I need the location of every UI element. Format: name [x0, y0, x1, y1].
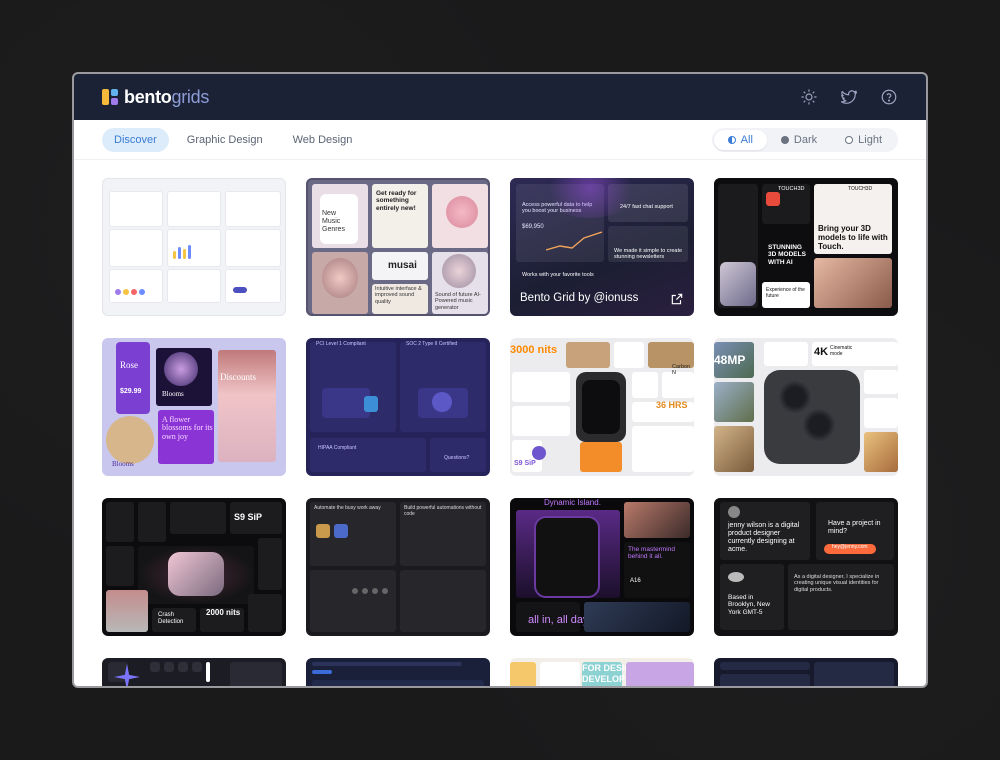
- card-text: TOUCH3D: [778, 186, 805, 192]
- card-text: 36 HRS: [656, 400, 688, 410]
- gallery-card[interactable]: Automate the busy work away Build powerf…: [306, 498, 490, 636]
- top-bar: bentogrids: [74, 74, 926, 120]
- gallery-card[interactable]: PCI Level 1 Compliant SOC 2 Type II Cert…: [306, 338, 490, 476]
- card-text: 48MP: [714, 353, 746, 367]
- category-tabs: Discover Graphic Design Web Design: [102, 127, 365, 152]
- card-text: Cinematic mode: [830, 345, 853, 357]
- card-text: musai: [388, 260, 417, 271]
- card-caption: Bento Grid by @ionuss: [520, 292, 639, 304]
- card-text: Questions?: [444, 455, 470, 461]
- card-text: Get ready for something entirely new!: [376, 190, 417, 212]
- card-text: Sound of future AI-Powered music generat…: [435, 292, 481, 311]
- help-icon[interactable]: [880, 88, 898, 106]
- top-icons: [800, 88, 898, 106]
- gallery-card[interactable]: Rose $29.99 Blooms Discounts A flower bl…: [102, 338, 286, 476]
- gallery-card[interactable]: FOR DESIGN DEVELOP: [510, 658, 694, 686]
- tab-web-design[interactable]: Web Design: [281, 128, 365, 152]
- browser-window: bentogrids Discover Graphic Design Web D…: [72, 72, 928, 688]
- filled-circle-icon: [780, 135, 789, 144]
- twitter-icon[interactable]: [840, 88, 858, 106]
- logo[interactable]: bentogrids: [102, 87, 209, 108]
- theme-dark[interactable]: Dark: [767, 130, 831, 150]
- logo-mark-icon: [102, 89, 118, 105]
- gallery-card[interactable]: Dynamic Island. The mastermind behind it…: [510, 498, 694, 636]
- card-text: Bring your 3D models to life with Touch.: [818, 224, 888, 252]
- card-text: jenny wilson is a digital product design…: [728, 522, 800, 554]
- card-text: Rose: [120, 360, 138, 370]
- card-text: S9 SiP: [234, 512, 263, 522]
- card-text: Have a project in mind?: [828, 520, 881, 536]
- card-text: Blooms: [162, 390, 184, 398]
- card-text: Crash Detection: [158, 612, 184, 625]
- theme-filter: All Dark Light: [711, 127, 898, 152]
- card-text: $69,950: [522, 224, 544, 230]
- card-text: Dynamic Island.: [544, 498, 601, 507]
- gallery-card[interactable]: 3000 nits S9 SiP Carbon N 36 HRS: [510, 338, 694, 476]
- card-text: Based in Brooklyn, New York GMT-5: [728, 594, 770, 616]
- theme-dark-label: Dark: [793, 133, 818, 146]
- card-text: 2000 nits: [206, 608, 241, 617]
- card-text: SOC 2 Type II Certified: [406, 341, 458, 347]
- card-text: hey@jenny.com: [832, 544, 868, 550]
- card-text: A16: [630, 578, 641, 584]
- gallery-card[interactable]: [102, 658, 286, 686]
- sub-nav: Discover Graphic Design Web Design All D…: [74, 120, 926, 160]
- logo-text: bentogrids: [124, 86, 210, 107]
- card-text: STUNNING 3D MODELS WITH AI: [768, 244, 806, 266]
- card-text: Experience of the future: [766, 287, 805, 299]
- card-text: Build powerful automations without code: [404, 505, 482, 517]
- sun-icon[interactable]: [800, 88, 818, 106]
- card-text: Intuitive interface & improved sound qua…: [375, 286, 422, 305]
- tab-graphic-design[interactable]: Graphic Design: [175, 128, 275, 152]
- theme-all-label: All: [740, 133, 753, 146]
- card-text: S9 SiP: [514, 460, 536, 467]
- card-text: Works with your favorite tools: [522, 272, 594, 278]
- gallery-card[interactable]: 48MP 4K Cinematic mode: [714, 338, 898, 476]
- card-text: Carbon N: [672, 364, 691, 377]
- card-text: The mastermind behind it all.: [628, 546, 675, 561]
- card-text: all in, all day.: [528, 614, 591, 626]
- empty-circle-icon: [845, 135, 854, 144]
- theme-light[interactable]: Light: [831, 130, 896, 150]
- gallery-card[interactable]: [714, 658, 898, 686]
- card-text: Automate the busy work away: [314, 505, 381, 511]
- gallery-card[interactable]: [102, 178, 286, 316]
- gallery-grid: New Music Genres Get ready for something…: [102, 178, 898, 686]
- card-text: $29.99: [120, 388, 142, 395]
- card-text: PCI Level 1 Compliant: [316, 341, 366, 347]
- tab-discover[interactable]: Discover: [102, 127, 169, 152]
- card-text: DEVELOP: [582, 674, 626, 684]
- card-text: TOUCH3D: [848, 186, 873, 192]
- gallery-card[interactable]: S9 SiP Crash Detection 2000 nits: [102, 498, 286, 636]
- gallery-card[interactable]: Access powerful data to help you boost y…: [510, 178, 694, 316]
- gallery-card[interactable]: New Music Genres Get ready for something…: [306, 178, 490, 316]
- card-text: Blooms: [112, 460, 134, 468]
- card-text: We made it simple to create stunning new…: [614, 248, 683, 261]
- theme-light-label: Light: [858, 133, 882, 146]
- gallery-card[interactable]: STUNNING 3D MODELS WITH AI Experience of…: [714, 178, 898, 316]
- gallery-card[interactable]: [306, 658, 490, 686]
- card-text: Discounts: [220, 372, 256, 382]
- card-text: A flower blossoms for its own joy: [162, 415, 213, 441]
- theme-all[interactable]: All: [713, 129, 767, 150]
- card-text: 3000 nits: [510, 344, 558, 356]
- card-text: New Music Genres: [322, 210, 345, 234]
- card-text: As a digital designer, I specialize in c…: [794, 574, 880, 593]
- card-text: HIPAA Compliant: [318, 445, 357, 451]
- gallery-card[interactable]: jenny wilson is a digital product design…: [714, 498, 898, 636]
- card-text: 4K: [814, 346, 829, 358]
- half-circle-icon: [727, 135, 736, 144]
- external-link-icon[interactable]: [670, 292, 684, 306]
